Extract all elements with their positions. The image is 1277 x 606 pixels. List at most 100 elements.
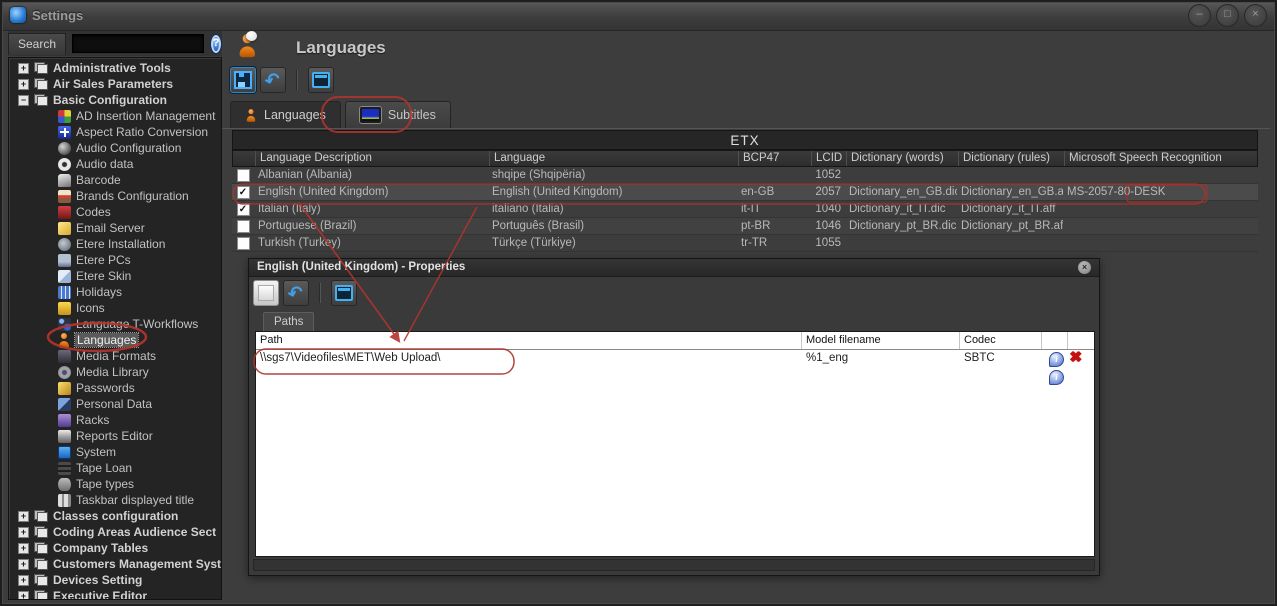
undo-icon: ↶ — [264, 71, 282, 88]
sidebar-item-etere-pcs[interactable]: Etere PCs — [9, 252, 221, 268]
sidebar-item-coding-areas-audience-sect[interactable]: +Coding Areas Audience Sect — [9, 524, 221, 540]
expand-icon[interactable]: + — [18, 575, 29, 586]
expand-icon[interactable]: + — [18, 79, 29, 90]
sidebar-item-holidays[interactable]: Holidays — [9, 284, 221, 300]
table-row[interactable]: ✓Italian (Italy)italiano (Italia)it-IT10… — [232, 201, 1258, 218]
collapse-icon[interactable]: − — [18, 95, 29, 106]
tab-divider — [222, 128, 1270, 129]
column-header[interactable]: Codec — [960, 332, 1042, 349]
paths-table: PathModel filenameCodec\\sgs7\Videofiles… — [255, 331, 1095, 557]
sidebar-item-classes-configuration[interactable]: +Classes configuration — [9, 508, 221, 524]
sidebar-item-brands-configuration[interactable]: Brands Configuration — [9, 188, 221, 204]
sidebar-item-etere-skin[interactable]: Etere Skin — [9, 268, 221, 284]
sidebar-item-codes[interactable]: Codes — [9, 204, 221, 220]
properties-close-icon[interactable]: × — [1078, 261, 1091, 274]
minimize-button[interactable]: – — [1188, 4, 1211, 27]
table-row[interactable]: ✓English (United Kingdom)English (United… — [232, 184, 1258, 201]
sidebar-item-reports-editor[interactable]: Reports Editor — [9, 428, 221, 444]
sidebar-item-audio-configuration[interactable]: Audio Configuration — [9, 140, 221, 156]
expand-icon[interactable]: + — [18, 63, 29, 74]
sidebar-item-personal-data[interactable]: Personal Data — [9, 396, 221, 412]
undo-icon: ↶ — [287, 284, 305, 301]
sidebar-item-icons[interactable]: Icons — [9, 300, 221, 316]
close-button[interactable]: × — [1244, 4, 1267, 27]
sidebar-item-tape-loan[interactable]: Tape Loan — [9, 460, 221, 476]
maximize-button[interactable]: □ — [1216, 4, 1239, 27]
sidebar-item-media-library[interactable]: Media Library — [9, 364, 221, 380]
sidebar-item-executive-editor[interactable]: +Executive Editor — [9, 588, 221, 600]
folder-pages-icon — [34, 94, 48, 106]
sidebar-item-passwords[interactable]: Passwords — [9, 380, 221, 396]
app-icon — [10, 7, 26, 23]
column-header[interactable]: Model filename — [802, 332, 960, 349]
sidebar-item-racks[interactable]: Racks — [9, 412, 221, 428]
search-input[interactable] — [72, 34, 204, 53]
checkbox-unchecked[interactable] — [237, 220, 250, 233]
sidebar-item-air-sales-parameters[interactable]: +Air Sales Parameters — [9, 76, 221, 92]
sidebar-item-language-t-workflows[interactable]: Language T-Workflows — [9, 316, 221, 332]
aspect-ratio-icon — [58, 126, 71, 139]
sidebar-item-barcode[interactable]: Barcode — [9, 172, 221, 188]
properties-window: English (United Kingdom) - Properties × … — [248, 258, 1100, 576]
table-row[interactable]: Albanian (Albania)shqipe (Shqipëria)1052 — [232, 167, 1258, 184]
window-title: Settings — [32, 8, 83, 23]
column-header[interactable]: Path — [256, 332, 802, 349]
page-title: Languages — [296, 38, 386, 58]
column-header[interactable] — [233, 151, 255, 166]
undo-button[interactable]: ↶ — [260, 67, 286, 93]
search-bar: Search ? — [8, 31, 222, 56]
table-row[interactable]: Portuguese (Brazil)Português (Brasil)pt-… — [232, 218, 1258, 235]
path-row[interactable]: \\sgs7\Videofiles\MET\Web Upload\%1_engS… — [256, 350, 1094, 367]
tab-paths[interactable]: Paths — [263, 312, 314, 332]
properties-window-button[interactable] — [331, 280, 357, 306]
sidebar-item-media-formats[interactable]: Media Formats — [9, 348, 221, 364]
save-button[interactable] — [230, 67, 256, 93]
checkbox-checked[interactable]: ✓ — [237, 186, 250, 199]
sidebar-item-basic-configuration[interactable]: −Basic Configuration — [9, 92, 221, 108]
folder-pages-icon — [34, 574, 48, 586]
column-header[interactable]: Language — [489, 151, 738, 166]
delete-icon[interactable]: ✖ — [1069, 351, 1082, 365]
checkbox-unchecked[interactable] — [237, 237, 250, 250]
properties-save-button[interactable] — [253, 280, 279, 306]
expand-icon[interactable]: + — [18, 559, 29, 570]
sidebar-item-administrative-tools[interactable]: +Administrative Tools — [9, 60, 221, 76]
expand-icon[interactable]: + — [18, 591, 29, 601]
column-header[interactable]: Language Description — [255, 151, 489, 166]
sidebar-item-aspect-ratio-conversion[interactable]: Aspect Ratio Conversion — [9, 124, 221, 140]
properties-undo-button[interactable]: ↶ — [283, 280, 309, 306]
expand-icon[interactable]: + — [18, 511, 29, 522]
tab-subtitles[interactable]: Subtitles — [345, 101, 451, 128]
info-balloon-icon[interactable]: i — [1049, 352, 1064, 367]
window-icon — [335, 285, 353, 301]
info-balloon-icon[interactable]: i — [1049, 370, 1064, 385]
tape-types-icon — [58, 478, 71, 491]
table-row[interactable]: Turkish (Turkey)Türkçe (Türkiye)tr-TR105… — [232, 235, 1258, 252]
sidebar-item-customers-management-syst[interactable]: +Customers Management Syst — [9, 556, 221, 572]
help-icon[interactable]: ? — [210, 34, 222, 54]
sidebar-item-ad-insertion-management[interactable]: AD Insertion Management — [9, 108, 221, 124]
sidebar-item-tape-types[interactable]: Tape types — [9, 476, 221, 492]
sidebar-item-devices-setting[interactable]: +Devices Setting — [9, 572, 221, 588]
media-formats-icon — [58, 350, 71, 363]
floppy-icon — [234, 71, 252, 89]
sidebar-item-languages[interactable]: Languages — [9, 332, 221, 348]
column-header[interactable]: Dictionary (rules) — [958, 151, 1064, 166]
table-header-row: Language DescriptionLanguageBCP47LCIDDic… — [232, 150, 1258, 167]
column-header[interactable]: Dictionary (words) — [846, 151, 958, 166]
tab-languages[interactable]: Languages — [230, 101, 341, 128]
expand-icon[interactable]: + — [18, 527, 29, 538]
sidebar-item-taskbar-displayed-title[interactable]: Taskbar displayed title — [9, 492, 221, 508]
checkbox-unchecked[interactable] — [237, 169, 250, 182]
column-header[interactable]: BCP47 — [738, 151, 811, 166]
sidebar-item-audio-data[interactable]: Audio data — [9, 156, 221, 172]
sidebar-item-email-server[interactable]: Email Server — [9, 220, 221, 236]
column-header[interactable]: Microsoft Speech Recognition — [1064, 151, 1259, 166]
sidebar-item-system[interactable]: System — [9, 444, 221, 460]
sidebar-item-company-tables[interactable]: +Company Tables — [9, 540, 221, 556]
sidebar-item-etere-installation[interactable]: Etere Installation — [9, 236, 221, 252]
window-tool-button[interactable] — [308, 67, 334, 93]
checkbox-checked[interactable]: ✓ — [237, 203, 250, 216]
column-header[interactable]: LCID — [811, 151, 846, 166]
expand-icon[interactable]: + — [18, 543, 29, 554]
